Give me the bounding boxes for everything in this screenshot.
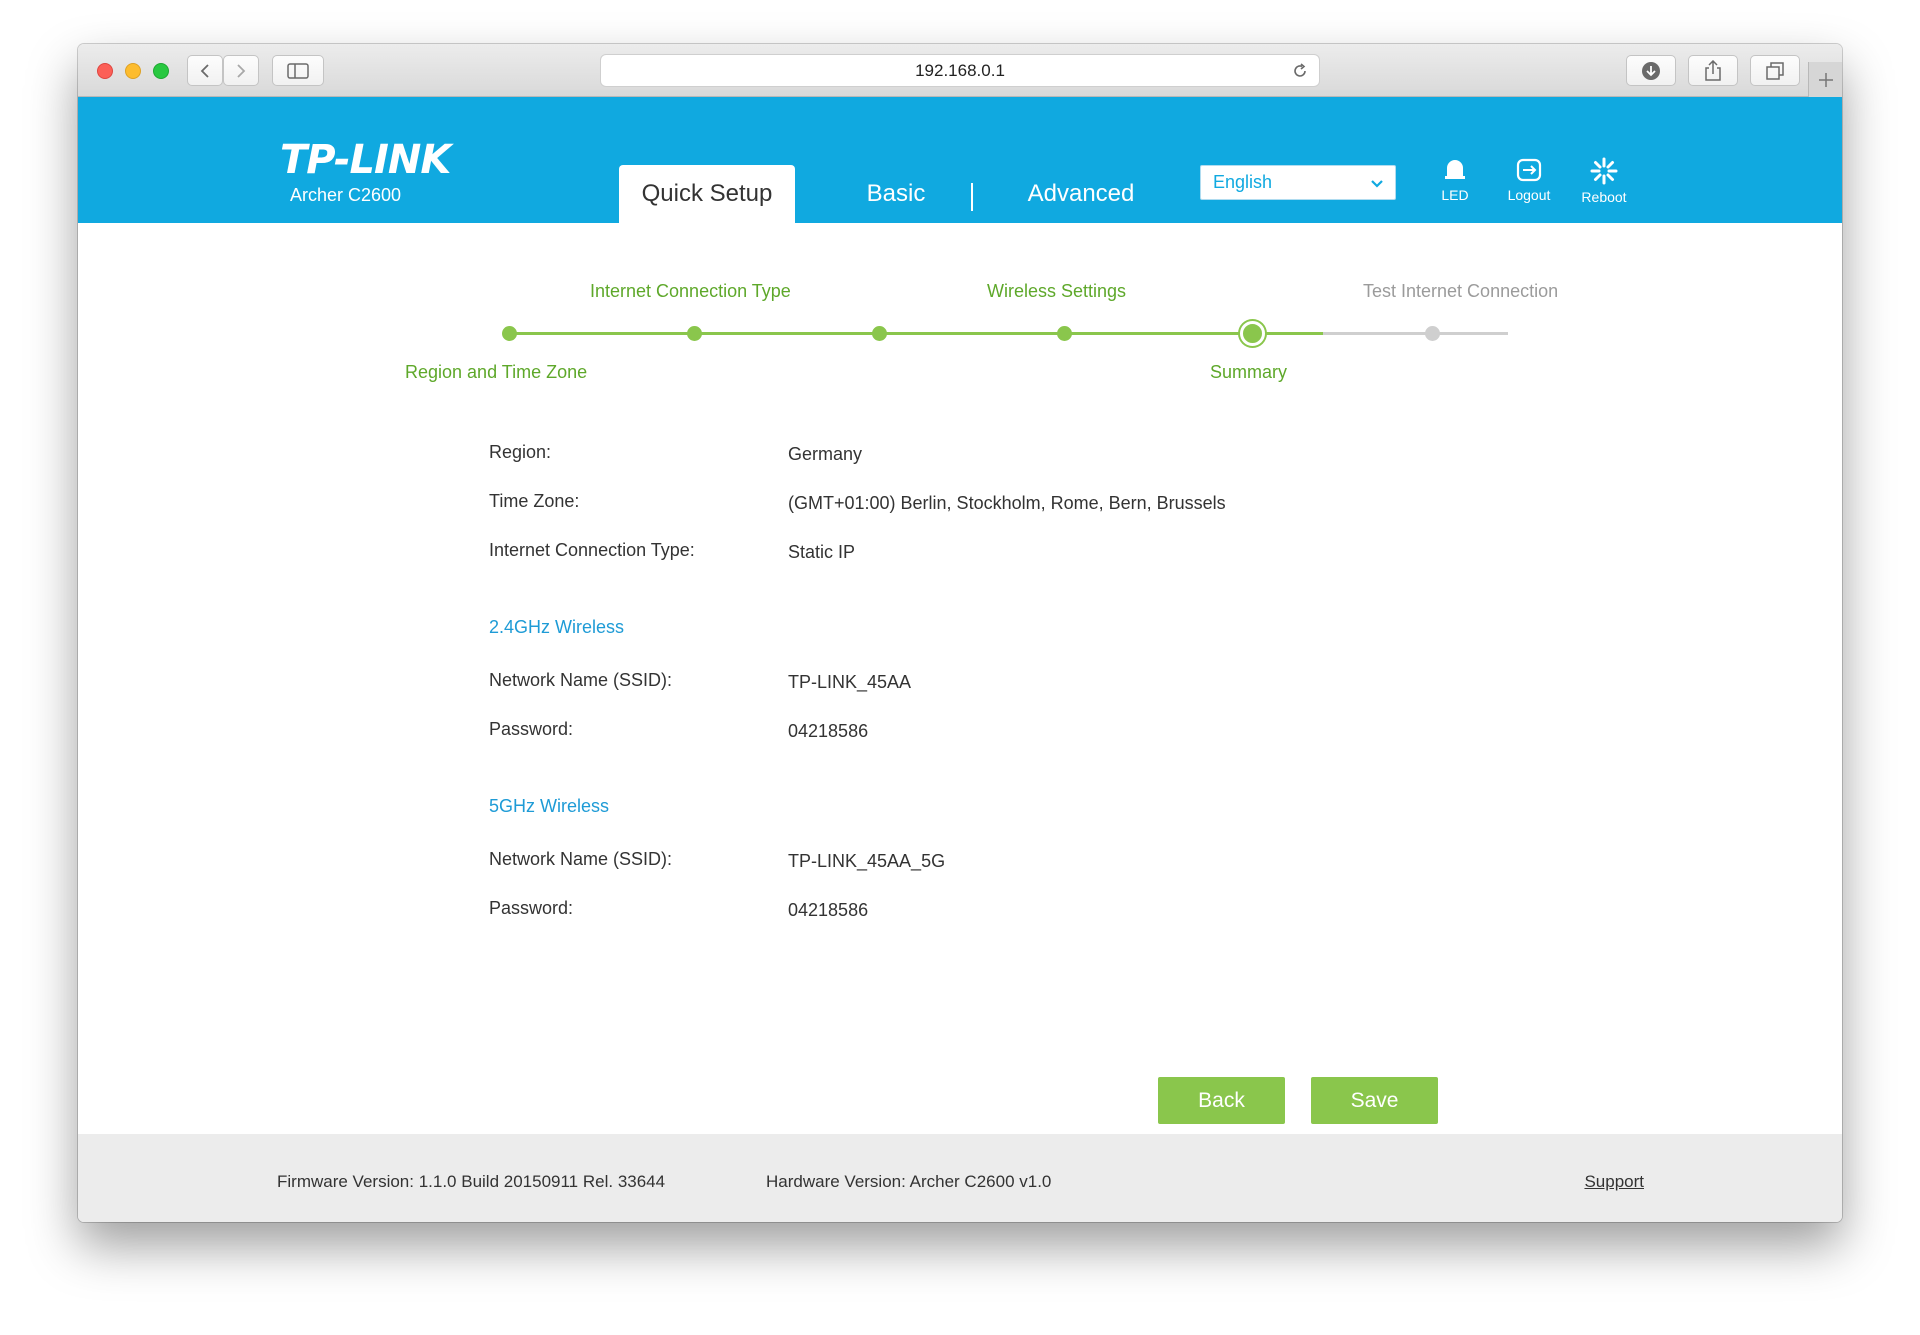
connection-type-value: Static IP: [788, 542, 856, 562]
progress-track-complete: [510, 332, 1323, 335]
step-dot-test-connection: [1425, 326, 1440, 341]
logout-label: Logout: [1507, 187, 1551, 203]
zoom-window-button[interactable]: [153, 63, 169, 79]
share-icon: [1705, 59, 1721, 81]
tabs-icon: [1766, 61, 1784, 80]
wireless-5-password-label: Password:: [489, 898, 574, 918]
step-label-internet-connection-type: Internet Connection Type: [590, 281, 791, 301]
model-name: Archer C2600: [290, 185, 402, 205]
timezone-value: (GMT+01:00) Berlin, Stockholm, Rome, Ber…: [788, 493, 1226, 513]
step-label-wireless-settings: Wireless Settings: [987, 281, 1127, 301]
step-dot-summary-current: [1240, 321, 1265, 346]
step-dot-wireless-b: [1057, 326, 1072, 341]
logout-icon: [1516, 158, 1542, 182]
wireless-5-ssid-label: Network Name (SSID):: [489, 849, 673, 869]
forward-nav-button[interactable]: [223, 55, 259, 86]
chevron-left-icon: [200, 63, 209, 78]
chevron-down-icon: [1371, 180, 1383, 188]
save-button[interactable]: Save: [1311, 1077, 1438, 1124]
step-dot-region: [502, 326, 517, 341]
new-tab-button[interactable]: [1808, 62, 1842, 97]
wireless-5-password-value: 04218586: [788, 900, 869, 920]
led-label: LED: [1441, 187, 1469, 203]
logout-button[interactable]: Logout: [1494, 157, 1564, 203]
hardware-version: Hardware Version: Archer C2600 v1.0: [766, 1172, 1052, 1191]
footer: Firmware Version: 1.1.0 Build 20150911 R…: [78, 1134, 1842, 1222]
minimize-window-button[interactable]: [125, 63, 141, 79]
sidebar-icon: [287, 62, 309, 79]
support-link[interactable]: Support: [1584, 1172, 1644, 1192]
downloads-button[interactable]: [1626, 55, 1676, 86]
step-label-summary: Summary: [1210, 362, 1288, 382]
browser-toolbar: 192.168.0.1: [78, 44, 1842, 97]
region-label: Region:: [489, 442, 552, 462]
tab-quick-setup[interactable]: Quick Setup: [619, 165, 795, 223]
wireless-5-ssid-value: TP-LINK_45AA_5G: [788, 851, 946, 871]
tplink-logo: TP-LINK: [280, 137, 451, 183]
step-dot-internet-connection: [687, 326, 702, 341]
tabs-overview-button[interactable]: [1750, 55, 1800, 86]
reboot-label: Reboot: [1581, 189, 1627, 205]
plus-icon: [1818, 72, 1833, 87]
wireless-24-ssid-value: TP-LINK_45AA: [788, 672, 912, 692]
wireless-24-password-value: 04218586: [788, 721, 869, 741]
tab-divider: [971, 183, 973, 211]
download-icon: [1642, 61, 1660, 80]
router-header: TP-LINK Archer C2600 Quick Setup Basic A…: [78, 97, 1842, 223]
url-bar[interactable]: 192.168.0.1: [600, 54, 1320, 87]
browser-window: 192.168.0.1 TP-LINK Archer C2600 Quick S…: [78, 44, 1842, 1222]
wireless-24-title: 2.4GHz Wireless: [489, 617, 625, 637]
connection-type-label: Internet Connection Type:: [489, 540, 695, 560]
sidebar-toggle-button[interactable]: [272, 55, 324, 86]
led-button[interactable]: LED: [1420, 157, 1490, 203]
language-select[interactable]: English: [1200, 165, 1396, 200]
tab-basic[interactable]: Basic: [846, 165, 946, 223]
reboot-button[interactable]: Reboot: [1569, 157, 1639, 205]
step-label-region-time-zone: Region and Time Zone: [405, 362, 588, 382]
wireless-5-title: 5GHz Wireless: [489, 796, 610, 816]
back-nav-button[interactable]: [187, 55, 223, 86]
step-label-test-internet-connection: Test Internet Connection: [1363, 281, 1559, 301]
share-button[interactable]: [1688, 55, 1738, 86]
bell-icon: [1445, 160, 1465, 179]
timezone-label: Time Zone:: [489, 491, 580, 511]
wireless-24-ssid-label: Network Name (SSID):: [489, 670, 673, 690]
wireless-24-password-label: Password:: [489, 719, 574, 739]
close-window-button[interactable]: [97, 63, 113, 79]
chevron-right-icon: [237, 63, 246, 78]
tab-advanced[interactable]: Advanced: [996, 165, 1166, 223]
reload-icon[interactable]: [1291, 62, 1309, 80]
url-text: 192.168.0.1: [915, 60, 1005, 80]
firmware-version: Firmware Version: 1.1.0 Build 20150911 R…: [277, 1172, 666, 1191]
language-value: English: [1213, 172, 1273, 192]
back-button[interactable]: Back: [1158, 1077, 1285, 1124]
reboot-icon: [1590, 157, 1618, 185]
region-value: Germany: [788, 444, 863, 464]
step-dot-wireless-a: [872, 326, 887, 341]
progress-track-remaining: [1323, 332, 1508, 335]
